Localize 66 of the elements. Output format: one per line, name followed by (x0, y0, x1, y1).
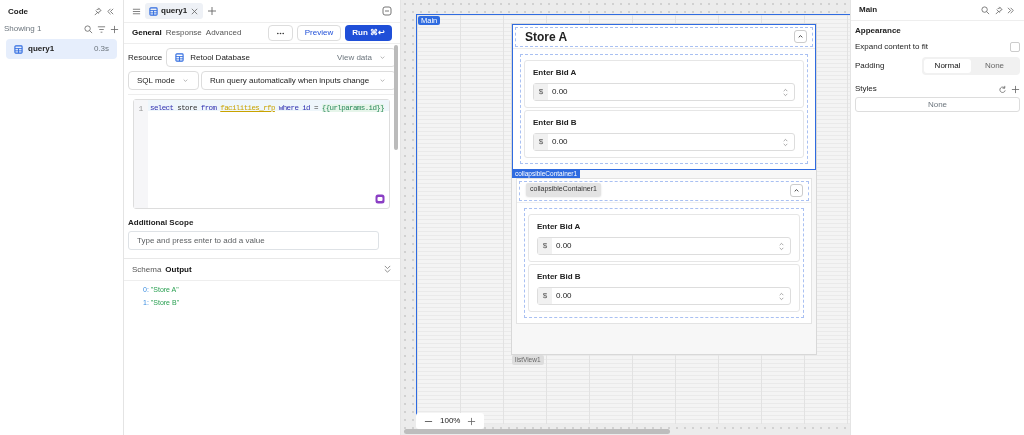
collapse-icon[interactable] (382, 6, 392, 16)
output-tab[interactable]: Schema (132, 263, 162, 276)
styles-field[interactable]: None (855, 97, 1020, 112)
currency-input[interactable]: $ 0.00 (537, 287, 791, 305)
field-label: Enter Bid B (533, 117, 578, 129)
caret-icon[interactable] (378, 53, 387, 62)
query-item[interactable]: query1 0.3s (6, 39, 117, 59)
checkbox[interactable] (1010, 42, 1020, 52)
stepper-icon[interactable] (781, 87, 790, 97)
filter-icon[interactable] (97, 24, 106, 34)
setting-label: Padding (855, 60, 886, 72)
line-number: 1 (134, 100, 148, 208)
pin-icon[interactable] (994, 5, 1003, 15)
run-button[interactable]: Run ⌘↩ (345, 25, 392, 41)
field-label: Enter Bid A (533, 67, 578, 79)
output-tab[interactable]: Output (165, 263, 192, 276)
scope-label: Additional Scope (128, 217, 195, 229)
currency-input[interactable]: $ 0.00 (537, 237, 791, 255)
scrollbar[interactable] (394, 45, 398, 150)
currency-input[interactable]: $ 0.00 (533, 133, 795, 151)
stepper-icon[interactable] (777, 241, 786, 251)
pin-icon[interactable] (93, 7, 102, 16)
search-icon[interactable] (981, 5, 990, 15)
collapsible-container[interactable]: Store A Enter Bid A $ 0.00 Enter Bid B $ 0.00 (512, 24, 816, 170)
menu-icon[interactable] (132, 6, 141, 16)
add-icon[interactable] (1011, 84, 1020, 94)
collapse-icon[interactable] (106, 7, 115, 16)
field-label: Enter Bid A (537, 221, 582, 233)
zoom-in-icon[interactable] (467, 416, 477, 426)
setting-label: Styles (855, 83, 878, 95)
stepper-icon[interactable] (777, 291, 786, 301)
field-label: Enter Bid B (537, 271, 582, 283)
close-icon[interactable] (190, 6, 200, 16)
query-count: Showing 1 (4, 23, 43, 35)
table-icon[interactable] (149, 6, 158, 16)
zoom-control: 100% (416, 413, 485, 429)
segment-option[interactable]: Normal (924, 59, 971, 73)
mode-select[interactable]: SQL mode (128, 71, 199, 90)
editor-subtab[interactable]: Response (165, 27, 202, 39)
refresh-icon[interactable] (998, 84, 1007, 94)
expand-icon[interactable] (1007, 5, 1016, 15)
scope-input[interactable]: Type and press enter to add a value (128, 231, 379, 250)
editor-tab[interactable]: query1 (145, 3, 204, 19)
setting-label: Expand content to fit (855, 41, 929, 53)
table-icon[interactable] (14, 44, 23, 54)
caret-icon[interactable] (378, 76, 387, 85)
search-icon[interactable] (84, 24, 93, 34)
editor-subtab[interactable]: Advanced (205, 27, 242, 39)
assistant-icon[interactable] (375, 194, 385, 204)
preview-button[interactable]: Preview (296, 25, 342, 41)
resource-select[interactable]: Retool Database View data (166, 48, 396, 67)
add-icon[interactable] (110, 24, 119, 34)
panel-title: Main (859, 4, 879, 16)
trigger-select[interactable]: Run query automatically when inputs change (200, 71, 396, 90)
segment-option[interactable]: None (971, 59, 1018, 73)
section-title: Appearance (855, 25, 902, 37)
container-title: Store A (525, 28, 568, 46)
stepper-icon[interactable] (781, 137, 790, 147)
scrollbar[interactable] (404, 429, 670, 434)
database-icon[interactable] (175, 53, 185, 62)
panel-title: Code (8, 5, 29, 18)
editor-subtab[interactable]: General (132, 27, 162, 39)
collapse-icon[interactable] (383, 265, 392, 274)
resource-label: Resource (128, 51, 163, 64)
add-tab-icon[interactable] (207, 6, 218, 16)
currency-input[interactable]: $ 0.00 (533, 83, 795, 101)
